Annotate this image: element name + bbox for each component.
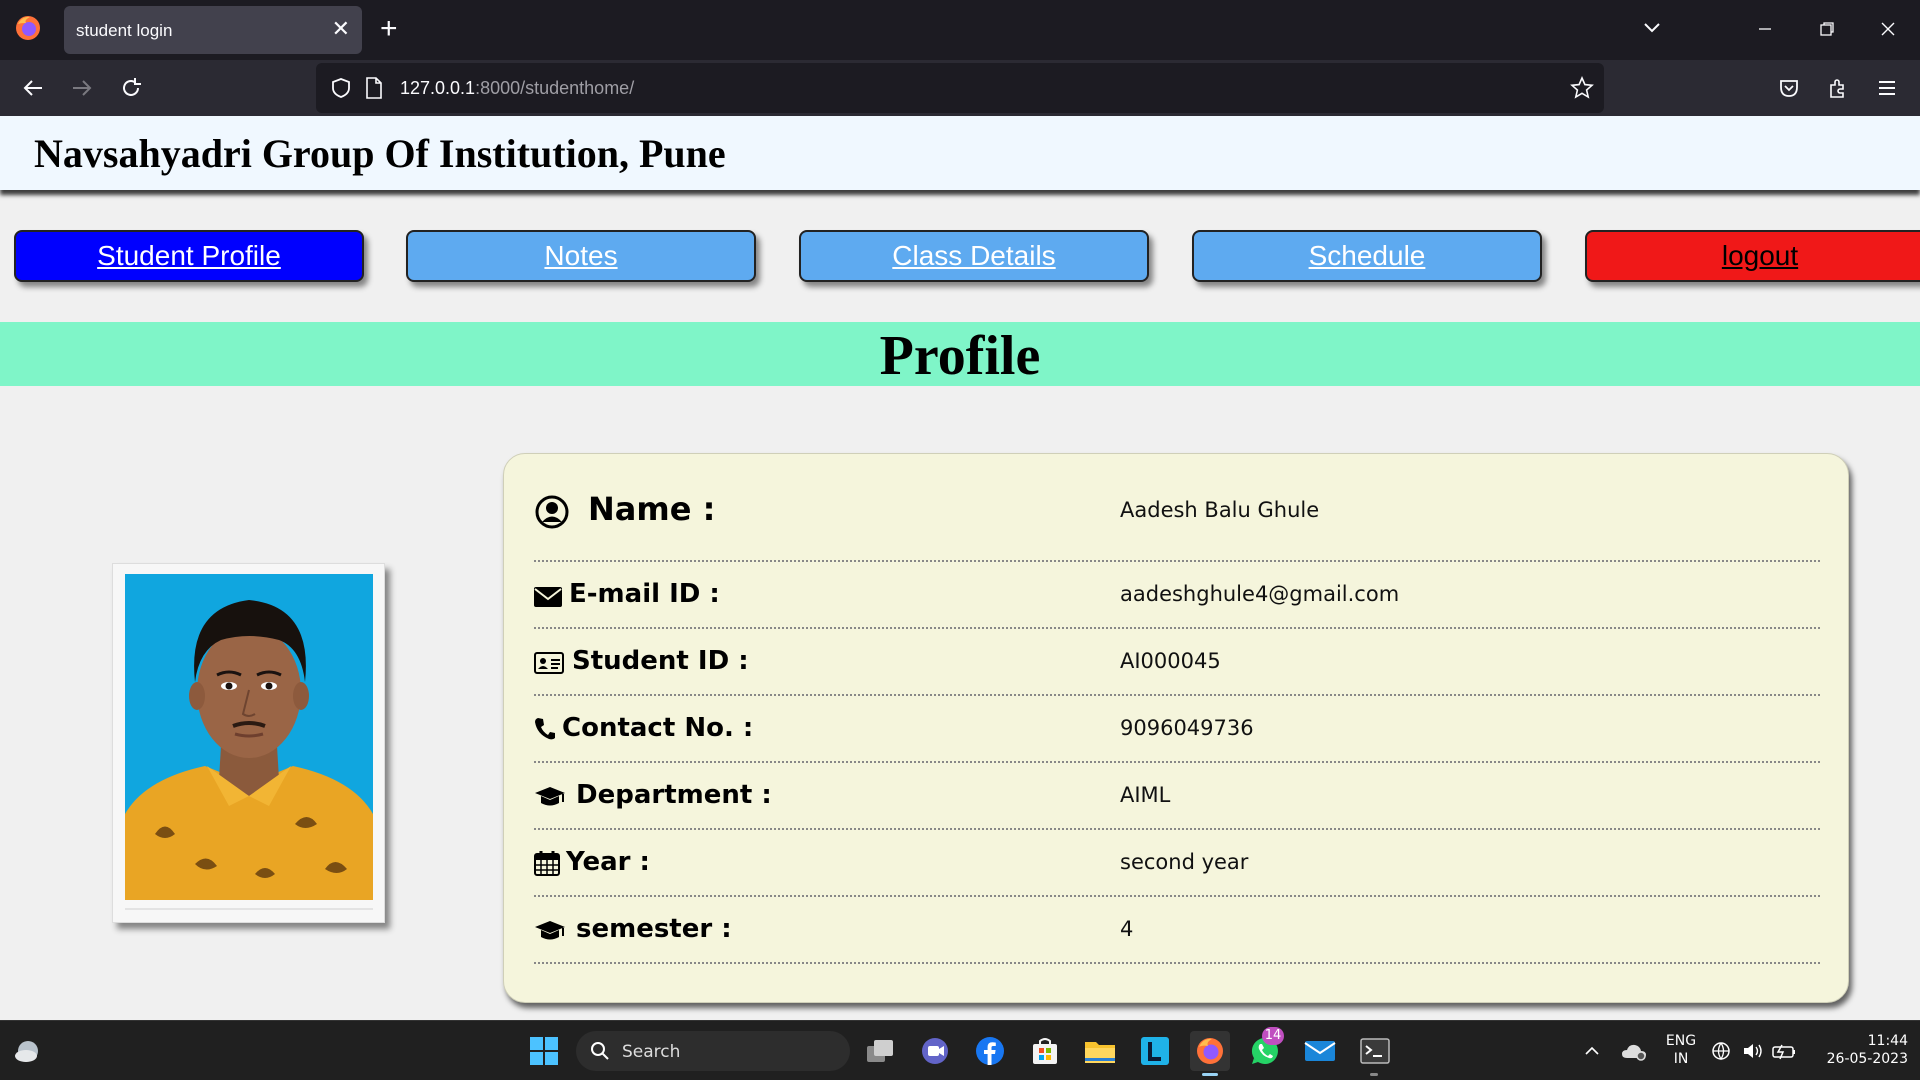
field-label: Contact No. : [562, 713, 754, 743]
system-tray-icons[interactable] [1708, 1031, 1802, 1071]
field-label: Department : [576, 780, 772, 810]
language-indicator[interactable]: ENG IN [1660, 1032, 1702, 1068]
field-label: Name : [588, 490, 716, 528]
student-photo-frame [112, 563, 385, 923]
menu-icon[interactable] [1873, 74, 1901, 102]
clock-time: 11:44 [1867, 1033, 1908, 1049]
firefox-taskbar-icon[interactable] [1190, 1031, 1230, 1071]
web-page: Navsahyadri Group Of Institution, Pune S… [0, 116, 1920, 1020]
field-value: second year [1120, 850, 1249, 874]
pocket-icon[interactable] [1775, 74, 1803, 102]
restore-icon[interactable] [1807, 12, 1847, 46]
section-bar: Profile [0, 322, 1920, 387]
section-title: Profile [879, 325, 1041, 387]
volume-icon [1744, 1044, 1762, 1058]
start-icon[interactable] [524, 1031, 564, 1071]
graduation-cap-icon [534, 785, 566, 809]
field-label: E-mail ID : [569, 579, 720, 609]
active-app-indicator [1202, 1073, 1218, 1076]
clock-date: 26-05-2023 [1826, 1051, 1908, 1067]
tab-title: student login [76, 21, 173, 40]
profile-row-department: Department : AIML [534, 763, 1820, 830]
reload-icon[interactable] [117, 74, 145, 102]
forward-icon[interactable] [68, 74, 96, 102]
file-explorer-icon[interactable] [1080, 1031, 1120, 1071]
browser-tab-bar: student login ✕ + [0, 0, 1920, 60]
notes-button[interactable]: Notes [406, 230, 756, 282]
profile-row-year: Year : second year [534, 830, 1820, 897]
close-window-icon[interactable] [1868, 12, 1908, 46]
firefox-icon[interactable] [14, 14, 42, 42]
star-icon[interactable] [1570, 76, 1594, 100]
task-view-icon[interactable] [860, 1031, 900, 1071]
field-value: AIML [1120, 783, 1171, 807]
field-value: AI000045 [1120, 649, 1221, 673]
whatsapp-badge: 14 [1262, 1027, 1284, 1045]
language-code: ENG [1665, 1033, 1697, 1049]
search-label: Search [622, 1042, 681, 1062]
running-app-indicator [1370, 1073, 1378, 1076]
microsoft-store-icon[interactable] [1025, 1031, 1065, 1071]
address-bar[interactable]: 127.0.0.1:8000/studenthome/ [316, 63, 1604, 113]
schedule-button[interactable]: Schedule [1192, 230, 1542, 282]
weather-icon[interactable] [8, 1031, 48, 1071]
page-icon [366, 77, 382, 99]
browser-tab[interactable]: student login ✕ [64, 6, 362, 54]
minimize-icon[interactable] [1745, 12, 1785, 46]
site-header: Navsahyadri Group Of Institution, Pune [0, 116, 1920, 190]
url-text: 127.0.0.1:8000/studenthome/ [400, 78, 635, 98]
profile-card: Name : Aadesh Balu Ghule E-mail ID : aad… [503, 453, 1849, 1003]
phone-icon [534, 717, 556, 741]
battery-icon [1772, 1044, 1795, 1060]
id-card-icon [534, 651, 564, 675]
clock[interactable]: 11:44 26-05-2023 [1812, 1032, 1908, 1068]
field-label: Student ID : [572, 646, 749, 676]
field-label: Year : [566, 847, 650, 877]
chevron-up-icon[interactable] [1572, 1031, 1612, 1071]
shield-icon[interactable] [330, 77, 352, 99]
field-label: semester : [576, 914, 732, 944]
teams-chat-icon[interactable] [915, 1031, 955, 1071]
field-value: 9096049736 [1120, 716, 1254, 740]
field-value: Aadesh Balu Ghule [1120, 498, 1320, 522]
browser-nav-bar: 127.0.0.1:8000/studenthome/ [0, 60, 1920, 116]
chevron-down-icon[interactable] [1640, 16, 1664, 40]
new-tab-icon[interactable]: + [380, 12, 398, 46]
photo-border-line [125, 908, 373, 910]
facebook-icon[interactable] [970, 1031, 1010, 1071]
mail-icon[interactable] [1300, 1031, 1340, 1071]
profile-row-contact: Contact No. : 9096049736 [534, 696, 1820, 763]
extensions-icon[interactable] [1824, 74, 1852, 102]
l-app-icon[interactable] [1135, 1031, 1175, 1071]
profile-row-student-id: Student ID : AI000045 [534, 629, 1820, 696]
student-photo [125, 574, 373, 900]
taskbar: Search 14 ENG IN 11:44 26-05-2023 [0, 1020, 1920, 1080]
class-details-button[interactable]: Class Details [799, 230, 1149, 282]
calendar-icon [534, 850, 560, 876]
onedrive-icon[interactable] [1614, 1031, 1654, 1071]
logout-button[interactable]: logout [1585, 230, 1920, 282]
back-icon[interactable] [19, 74, 47, 102]
terminal-icon[interactable] [1355, 1031, 1395, 1071]
field-value: 4 [1120, 917, 1134, 941]
profile-row-email: E-mail ID : aadeshghule4@gmail.com [534, 562, 1820, 629]
user-circle-icon [534, 494, 570, 530]
close-tab-icon[interactable]: ✕ [332, 16, 350, 42]
envelope-icon [534, 586, 562, 608]
network-icon [1712, 1042, 1730, 1061]
taskbar-search[interactable]: Search [576, 1031, 850, 1071]
region-code: IN [1673, 1051, 1689, 1067]
site-title: Navsahyadri Group Of Institution, Pune [34, 131, 726, 176]
graduation-cap-icon [534, 919, 566, 943]
student-profile-button[interactable]: Student Profile [14, 230, 364, 282]
profile-row-semester: semester : 4 [534, 897, 1820, 964]
profile-row-name: Name : Aadesh Balu Ghule [534, 476, 1820, 562]
field-value: aadeshghule4@gmail.com [1120, 582, 1400, 606]
search-icon [591, 1042, 609, 1060]
